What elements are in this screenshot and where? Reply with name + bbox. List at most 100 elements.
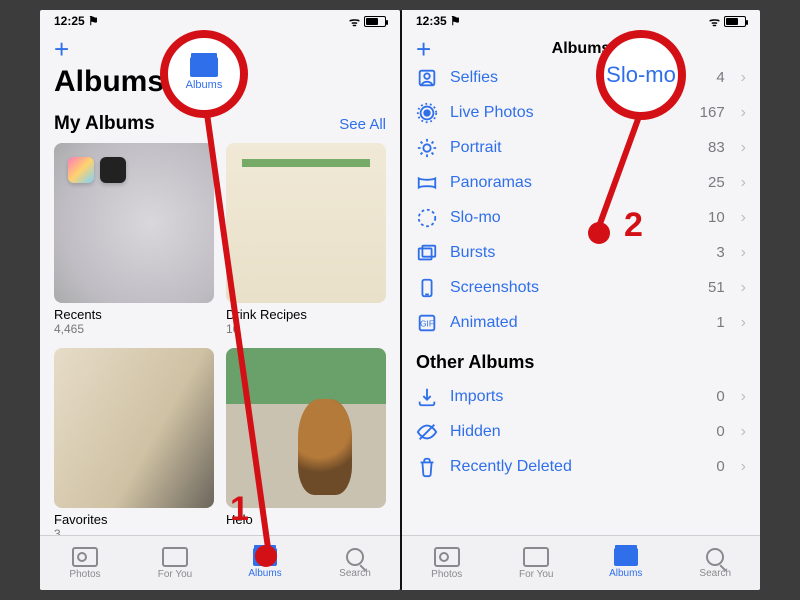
album-count: 4,465 (54, 322, 214, 336)
anim-icon: GIF (416, 312, 438, 334)
tab-bar: Photos For You Albums Search (40, 535, 400, 590)
row-label: Panoramas (450, 174, 696, 192)
media-types-list: Selfies4›Live Photos167›Portrait83›Panor… (402, 58, 760, 340)
row-count: 0 (716, 423, 724, 440)
tab-photos[interactable]: Photos (402, 536, 492, 590)
phone-right: 12:35 ⚑ ᯤ + Albums Selfies4›Live Photos1… (400, 10, 760, 590)
tab-albums[interactable]: Albums (220, 536, 310, 590)
list-item-slo-mo[interactable]: Slo-mo10› (402, 200, 760, 235)
photos-app-icon (68, 157, 94, 183)
wifi-icon: ᯤ (709, 13, 720, 30)
album-favorites[interactable]: Favorites 3 (54, 348, 214, 541)
tab-label: For You (519, 569, 553, 580)
imports-icon (416, 386, 438, 408)
search-icon (346, 548, 364, 566)
album-count: 16 (226, 322, 386, 336)
list-item-panoramas[interactable]: Panoramas25› (402, 165, 760, 200)
list-item-imports[interactable]: Imports0› (402, 379, 760, 414)
row-label: Bursts (450, 244, 704, 262)
album-thumb (226, 143, 386, 303)
tab-label: Photos (69, 569, 100, 580)
list-item-selfies[interactable]: Selfies4› (402, 60, 760, 95)
portrait-icon (416, 137, 438, 159)
chevron-right-icon: › (741, 69, 746, 87)
clock: 12:35 ⚑ (416, 14, 461, 28)
albums-icon (253, 548, 277, 566)
my-albums-label: My Albums (54, 113, 155, 135)
search-icon (706, 548, 724, 566)
chevron-right-icon: › (741, 423, 746, 441)
annotation-ring1-fill: Albums (168, 38, 240, 110)
album-title: Favorites (54, 512, 214, 527)
tab-albums[interactable]: Albums (581, 536, 671, 590)
albums-icon (190, 57, 218, 77)
album-thumb (54, 348, 214, 508)
hidden-icon (416, 421, 438, 443)
photos-icon (434, 547, 460, 567)
list-item-screenshots[interactable]: Screenshots51› (402, 270, 760, 305)
row-label: Portrait (450, 139, 696, 157)
status-bar: 12:25 ⚑ ᯤ (40, 10, 400, 32)
chevron-right-icon: › (741, 174, 746, 192)
wifi-icon: ᯤ (349, 13, 360, 30)
list-item-bursts[interactable]: Bursts3› (402, 235, 760, 270)
row-label: Recently Deleted (450, 458, 704, 476)
list-item-animated[interactable]: GIFAnimated1› (402, 305, 760, 340)
screens-icon (416, 277, 438, 299)
row-count: 1 (716, 314, 724, 331)
clock: 12:25 ⚑ (54, 14, 99, 28)
tab-label: Photos (431, 569, 462, 580)
pano-icon (416, 172, 438, 194)
album-drink-recipes[interactable]: Drink Recipes 16 (226, 143, 386, 336)
see-all-link[interactable]: See All (339, 116, 386, 133)
album-thumb (54, 143, 214, 303)
list-item-hidden[interactable]: Hidden 0 › (402, 414, 760, 449)
chevron-right-icon: › (741, 388, 746, 406)
selfies-icon (416, 67, 438, 89)
tab-label: Albums (609, 568, 642, 579)
my-albums-header: My Albums See All (40, 107, 400, 139)
annotation-ring2-label: Slo-mo (606, 62, 676, 88)
battery-icon (364, 16, 386, 27)
add-button[interactable]: + (54, 34, 69, 64)
row-count: 10 (708, 209, 725, 226)
photos-icon (72, 547, 98, 567)
live-icon (416, 102, 438, 124)
tutorial-two-phones: 12:25 ⚑ ᯤ + Albums My Albums See All Rec… (0, 0, 800, 600)
battery-icon (724, 16, 746, 27)
row-count: 0 (716, 388, 724, 405)
tab-for-you[interactable]: For You (130, 536, 220, 590)
for-you-icon (162, 547, 188, 567)
annotation-ring1-label: Albums (186, 79, 223, 91)
tab-search[interactable]: Search (671, 536, 761, 590)
svg-text:GIF: GIF (420, 319, 434, 328)
row-count: 83 (708, 139, 725, 156)
chevron-right-icon: › (741, 244, 746, 262)
slomo-icon (416, 207, 438, 229)
list-item-recently-deleted[interactable]: Recently Deleted0› (402, 449, 760, 484)
row-label: Slo-mo (450, 209, 696, 227)
other-albums-list: Imports0›Hidden0›Recently Deleted0› (402, 377, 760, 484)
for-you-icon (523, 547, 549, 567)
chevron-right-icon: › (741, 458, 746, 476)
album-helo[interactable]: Helo (226, 348, 386, 541)
album-recents[interactable]: Recents 4,465 (54, 143, 214, 336)
list-item-portrait[interactable]: Portrait83› (402, 130, 760, 165)
tab-label: Albums (248, 568, 281, 579)
tab-label: For You (158, 569, 192, 580)
tab-photos[interactable]: Photos (40, 536, 130, 590)
add-button[interactable]: + (416, 36, 431, 62)
row-count: 51 (708, 279, 725, 296)
row-label: Hidden (450, 423, 704, 441)
other-albums-header: Other Albums (402, 340, 760, 377)
albums-grid: Recents 4,465 Drink Recipes 16 Favorites… (40, 139, 400, 547)
status-bar: 12:35 ⚑ ᯤ (402, 10, 760, 32)
camera-app-icon (100, 157, 126, 183)
tab-search[interactable]: Search (310, 536, 400, 590)
tab-for-you[interactable]: For You (492, 536, 582, 590)
chevron-right-icon: › (741, 104, 746, 122)
list-item-live-photos[interactable]: Live Photos167› (402, 95, 760, 130)
row-label: Screenshots (450, 279, 696, 297)
albums-icon (614, 548, 638, 566)
row-label: Animated (450, 314, 704, 332)
